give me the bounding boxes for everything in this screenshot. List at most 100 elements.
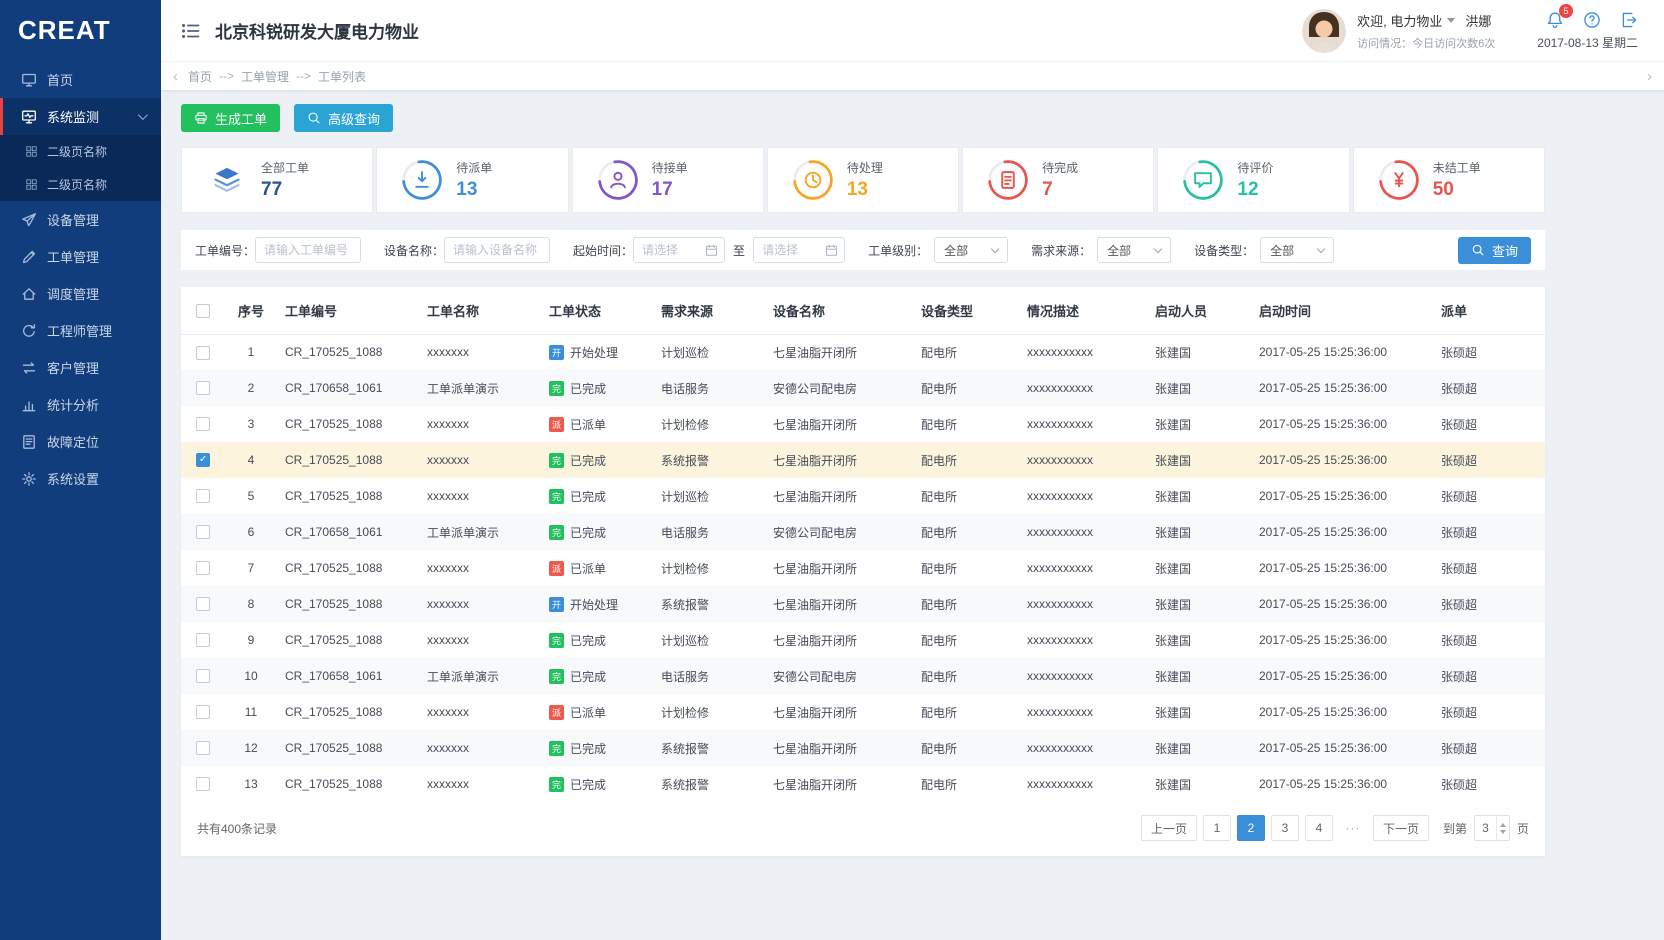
cell-no: 1 [225, 334, 277, 370]
status-badge: 完已完成 [549, 488, 606, 505]
sidebar-item-9[interactable]: 系统设置 [0, 460, 161, 497]
stat-card-6[interactable]: 未结工单50 [1353, 147, 1545, 213]
stat-value: 12 [1237, 179, 1273, 201]
advanced-search-button[interactable]: 高级查询 [294, 104, 393, 132]
row-checkbox[interactable] [196, 525, 210, 539]
row-checkbox[interactable] [196, 417, 210, 431]
cell-source: 系统报警 [653, 442, 765, 478]
sidebar-item-7[interactable]: 统计分析 [0, 386, 161, 423]
cell-dispatcher: 张硕超 [1433, 766, 1545, 802]
cell-no: 8 [225, 586, 277, 622]
start-date-input[interactable] [633, 237, 725, 263]
cell-starter: 张建国 [1147, 442, 1251, 478]
device-type-select[interactable]: 全部 [1260, 237, 1334, 263]
page-button-2[interactable]: 2 [1237, 815, 1265, 841]
row-checkbox[interactable] [196, 597, 210, 611]
cell-name: xxxxxxx [419, 694, 541, 730]
status-text: 已完成 [570, 524, 606, 541]
row-checkbox[interactable] [196, 561, 210, 575]
logout-icon[interactable] [1620, 11, 1638, 29]
table-row[interactable]: 7CR_170525_1088xxxxxxx派已派单计划检修七星油脂开闭所配电所… [181, 550, 1545, 586]
user-name[interactable]: 洪娜 [1465, 11, 1491, 30]
demand-source-select[interactable]: 全部 [1097, 237, 1171, 263]
prev-page-button[interactable]: 上一页 [1141, 815, 1197, 841]
stat-card-2[interactable]: 待接单17 [572, 147, 764, 213]
table-row[interactable]: 2CR_170658_1061工单派单演示完已完成电话服务安德公司配电房配电所x… [181, 370, 1545, 406]
stat-card-0[interactable]: 全部工单77 [181, 147, 373, 213]
page-button-4[interactable]: 4 [1305, 815, 1333, 841]
sidebar-item-6[interactable]: 客户管理 [0, 349, 161, 386]
chevron-down-icon[interactable] [1447, 18, 1455, 23]
end-date-input[interactable] [753, 237, 845, 263]
row-checkbox[interactable] [196, 741, 210, 755]
row-checkbox[interactable] [196, 633, 210, 647]
order-no-input[interactable] [255, 237, 361, 263]
table-row[interactable]: 4CR_170525_1088xxxxxxx完已完成系统报警七星油脂开闭所配电所… [181, 442, 1545, 478]
table-row[interactable]: 8CR_170525_1088xxxxxxx开开始处理系统报警七星油脂开闭所配电… [181, 586, 1545, 622]
spinner-arrows-icon[interactable] [1496, 816, 1509, 840]
sidebar-item-5[interactable]: 工程师管理 [0, 312, 161, 349]
sidebar-item-3[interactable]: 工单管理 [0, 238, 161, 275]
page-button-3[interactable]: 3 [1271, 815, 1299, 841]
breadcrumb-item[interactable]: 首页 [188, 68, 212, 85]
page-button-···[interactable]: ··· [1339, 815, 1367, 841]
stat-card-1[interactable]: 待派单13 [376, 147, 568, 213]
create-order-button[interactable]: 生成工单 [181, 104, 280, 132]
row-checkbox[interactable] [196, 705, 210, 719]
next-page-button[interactable]: 下一页 [1373, 815, 1429, 841]
goto-page-spinner[interactable]: 3 [1474, 815, 1510, 841]
cell-type: 配电所 [913, 334, 1019, 370]
help-icon[interactable] [1583, 11, 1601, 29]
row-checkbox[interactable] [196, 453, 210, 467]
chevron-left-icon[interactable]: ‹ [173, 69, 178, 84]
menu-toggle-icon[interactable] [181, 21, 201, 41]
stat-card-5[interactable]: 待评价12 [1157, 147, 1349, 213]
breadcrumb-item[interactable]: 工单列表 [318, 68, 366, 85]
sidebar-item-2[interactable]: 设备管理 [0, 201, 161, 238]
select-all-checkbox[interactable] [196, 304, 210, 318]
table-row[interactable]: 12CR_170525_1088xxxxxxx完已完成系统报警七星油脂开闭所配电… [181, 730, 1545, 766]
cell-no: 3 [225, 406, 277, 442]
refresh-icon [21, 323, 37, 339]
page-button-1[interactable]: 1 [1203, 815, 1231, 841]
cell-order-no: CR_170658_1061 [277, 370, 419, 406]
table-row[interactable]: 9CR_170525_1088xxxxxxx完已完成计划巡检七星油脂开闭所配电所… [181, 622, 1545, 658]
chevron-right-icon[interactable]: › [1647, 69, 1652, 84]
stat-label: 待接单 [652, 159, 688, 176]
table-row[interactable]: 5CR_170525_1088xxxxxxx完已完成计划巡检七星油脂开闭所配电所… [181, 478, 1545, 514]
stat-card-3[interactable]: 待处理13 [767, 147, 959, 213]
table-panel: 序号工单编号工单名称工单状态需求来源设备名称设备类型情况描述启动人员启动时间派单… [181, 287, 1545, 856]
breadcrumb-item[interactable]: 工单管理 [241, 68, 289, 85]
device-name-input[interactable] [444, 237, 550, 263]
order-level-select[interactable]: 全部 [934, 237, 1008, 263]
sidebar-subitem-0[interactable]: 二级页名称 [0, 135, 161, 168]
table-row[interactable]: 1CR_170525_1088xxxxxxx开开始处理计划巡检七星油脂开闭所配电… [181, 334, 1545, 370]
cell-starter: 张建国 [1147, 658, 1251, 694]
stat-card-4[interactable]: 待完成7 [962, 147, 1154, 213]
sidebar-subitem-label: 二级页名称 [47, 143, 107, 160]
sidebar-item-0[interactable]: 首页 [0, 61, 161, 98]
avatar[interactable] [1302, 9, 1346, 53]
row-checkbox[interactable] [196, 346, 210, 360]
table-row[interactable]: 3CR_170525_1088xxxxxxx派已派单计划检修七星油脂开闭所配电所… [181, 406, 1545, 442]
cell-order-no: CR_170525_1088 [277, 478, 419, 514]
top-header: 北京科锐研发大厦电力物业 欢 [161, 0, 1664, 61]
row-checkbox[interactable] [196, 489, 210, 503]
table-row[interactable]: 6CR_170658_1061工单派单演示完已完成电话服务安德公司配电房配电所x… [181, 514, 1545, 550]
filter-label-demand-source: 需求来源： [1031, 242, 1091, 259]
table-row[interactable]: 10CR_170658_1061工单派单演示完已完成电话服务安德公司配电房配电所… [181, 658, 1545, 694]
row-checkbox[interactable] [196, 669, 210, 683]
row-checkbox[interactable] [196, 381, 210, 395]
notification-bell-icon[interactable]: 5 [1546, 11, 1564, 29]
cell-order-no: CR_170525_1088 [277, 766, 419, 802]
status-badge: 完已完成 [549, 380, 606, 397]
sidebar-subitem-1[interactable]: 二级页名称 [0, 168, 161, 201]
sidebar-item-4[interactable]: 调度管理 [0, 275, 161, 312]
pagination: 上一页1234···下一页到第3页 [1141, 815, 1529, 841]
table-row[interactable]: 13CR_170525_1088xxxxxxx完已完成系统报警七星油脂开闭所配电… [181, 766, 1545, 802]
row-checkbox[interactable] [196, 777, 210, 791]
sidebar-item-1[interactable]: 系统监测 [0, 98, 161, 135]
table-row[interactable]: 11CR_170525_1088xxxxxxx派已派单计划检修七星油脂开闭所配电… [181, 694, 1545, 730]
sidebar-item-8[interactable]: 故障定位 [0, 423, 161, 460]
search-button[interactable]: 查询 [1458, 237, 1531, 264]
